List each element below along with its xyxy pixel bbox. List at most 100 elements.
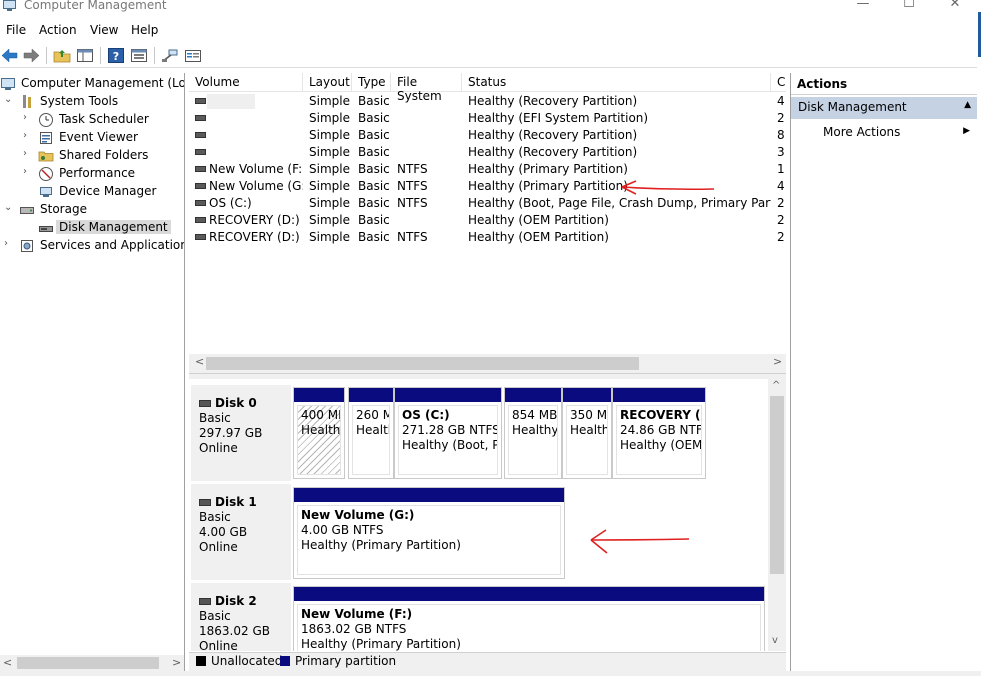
cell-cap: 2 xyxy=(777,213,785,227)
menu-file[interactable]: File xyxy=(6,23,26,37)
tree-item-services-and-applications[interactable]: › Services and Applications xyxy=(0,237,184,255)
tree-item-system-tools[interactable]: ⌄ System Tools xyxy=(0,93,184,111)
actions-section-disk-management[interactable]: Disk Management ▲ xyxy=(791,97,978,119)
volume-list-header: Volume Layout Type File System Status C xyxy=(189,73,786,103)
cell-type: Basic xyxy=(358,230,390,244)
cell-type: Basic xyxy=(358,128,390,142)
collapse-arrow-icon[interactable]: › xyxy=(4,238,14,249)
help-icon[interactable]: ? xyxy=(106,46,126,65)
up-folder-icon[interactable] xyxy=(52,46,72,65)
disk-0-header[interactable]: Disk 0 Basic 297.97 GB Online xyxy=(191,385,291,481)
disk-1-header[interactable]: Disk 1 Basic 4.00 GB Online xyxy=(191,484,291,580)
column-header-layout[interactable]: Layout xyxy=(303,73,352,92)
scroll-right-arrow-icon[interactable]: > xyxy=(773,355,782,368)
tree-item-performance[interactable]: › Performance xyxy=(0,165,184,183)
table-row[interactable]: New Volume (G:) Simple Basic NTFS Healthy (P… xyxy=(189,178,786,195)
tree-horizontal-scrollbar[interactable]: < > xyxy=(0,655,184,671)
column-header-status[interactable]: Status xyxy=(462,73,771,92)
cell-status: Healthy (Boot, Page File, Crash Dump, Pr… xyxy=(468,196,771,210)
clock-icon xyxy=(39,113,53,127)
tree-scroll-thumb[interactable] xyxy=(17,657,159,669)
collapse-arrow-icon[interactable]: › xyxy=(23,166,33,177)
scroll-left-arrow-icon[interactable]: < xyxy=(3,656,12,669)
back-arrow-icon[interactable] xyxy=(0,46,20,65)
minimize-button[interactable]: — xyxy=(840,0,886,14)
partition-bar xyxy=(294,587,764,601)
maximize-button[interactable]: ☐ xyxy=(886,0,932,14)
volume-icon xyxy=(195,217,206,223)
column-header-volume[interactable]: Volume xyxy=(189,73,303,92)
column-header-capacity[interactable]: C xyxy=(771,73,786,92)
collapse-arrow-icon[interactable]: › xyxy=(23,112,33,123)
table-row[interactable]: RECOVERY (D:) Simple Basic Healthy (OEM Par… xyxy=(189,212,786,229)
expand-arrow-icon[interactable]: ⌄ xyxy=(4,94,14,105)
tree-item-task-scheduler[interactable]: › Task Scheduler xyxy=(0,111,184,129)
disk-map-vertical-scrollbar[interactable]: ^ v xyxy=(768,379,786,651)
more-actions-item[interactable]: More Actions ▶ xyxy=(791,123,978,143)
collapse-triangle-icon[interactable]: ▲ xyxy=(964,100,971,110)
tree-item-disk-management[interactable]: Disk Management xyxy=(0,219,184,237)
connect-icon[interactable] xyxy=(160,46,180,65)
tree-item-storage[interactable]: ⌄ Storage xyxy=(0,201,184,219)
cell-status: Healthy (Recovery Partition) xyxy=(468,94,638,108)
table-row[interactable]: Simple Basic Healthy (Recovery Partition) 8 xyxy=(189,127,786,144)
scroll-up-arrow-icon[interactable]: ^ xyxy=(772,380,780,391)
scroll-down-arrow-icon[interactable]: v xyxy=(772,635,778,646)
actions-pane: Actions Disk Management ▲ More Actions ▶ xyxy=(790,73,978,671)
partition-disk2-new-volume-f[interactable]: New Volume (F:) 1863.02 GB NTFS Healthy (P… xyxy=(293,586,765,651)
volume-horizontal-scrollbar[interactable]: < > xyxy=(189,354,786,373)
disk-icon xyxy=(199,400,211,407)
table-row[interactable]: Simple Basic Healthy (EFI System Partition… xyxy=(189,110,786,127)
volume-icon xyxy=(195,98,206,104)
collapse-arrow-icon[interactable]: › xyxy=(23,130,33,141)
tree-item-shared-folders[interactable]: › Shared Folders xyxy=(0,147,184,165)
menu-view[interactable]: View xyxy=(90,23,118,37)
cell-fs: NTFS xyxy=(397,196,428,210)
cell-status: Healthy (Primary Partition) xyxy=(468,162,628,176)
partition-bar xyxy=(563,388,611,402)
partition-disk0-recovery-350[interactable]: 350 MEHealth xyxy=(562,387,612,479)
volume-icon xyxy=(195,132,206,138)
cell-volume: New Volume (G:) xyxy=(209,179,303,193)
partition-disk0-os-c[interactable]: OS (C:) 271.28 GB NTFS Healthy (Boot, Pa xyxy=(394,387,502,479)
table-row[interactable]: OS (C:) Simple Basic NTFS Healthy (Boot, Pag… xyxy=(189,195,786,212)
cell-layout: Simple xyxy=(309,230,350,244)
partition-disk0-recovery-854[interactable]: 854 MB Healthy xyxy=(504,387,562,479)
menu-action[interactable]: Action xyxy=(39,23,77,37)
disk-map-scroll-thumb[interactable] xyxy=(770,396,784,574)
disk-2-header[interactable]: Disk 2 Basic 1863.02 GB Online xyxy=(191,583,291,651)
menu-bar: File Action View Help xyxy=(0,20,981,42)
title-bar: Computer Management — ☐ ✕ xyxy=(0,0,981,14)
partition-disk1-new-volume-g[interactable]: New Volume (G:) 4.00 GB NTFS Healthy (Prim… xyxy=(293,487,565,579)
show-hide-tree-icon[interactable] xyxy=(75,46,95,65)
tree-item-device-manager[interactable]: Device Manager xyxy=(0,183,184,201)
column-header-type[interactable]: Type xyxy=(352,73,391,92)
tree-item-event-viewer[interactable]: › Event Viewer xyxy=(0,129,184,147)
forward-arrow-icon[interactable] xyxy=(21,46,41,65)
properties-icon[interactable] xyxy=(129,46,149,65)
column-header-file-system[interactable]: File System xyxy=(391,73,462,103)
view-icon[interactable] xyxy=(183,46,203,65)
toolbar-separator xyxy=(46,47,47,64)
expand-arrow-icon[interactable]: ⌄ xyxy=(4,202,14,213)
tree-item-computer-management[interactable]: Computer Management (Local xyxy=(0,75,184,93)
partition-disk0-recovery-400[interactable]: 400 MEHealth xyxy=(293,387,345,479)
cell-status: Healthy (Recovery Partition) xyxy=(468,128,638,142)
table-row[interactable]: Simple Basic Healthy (Recovery Partition) 4 xyxy=(189,93,786,110)
disk-map: Disk 0 Basic 297.97 GB Online 400 MEHeal… xyxy=(189,379,786,651)
menu-help[interactable]: Help xyxy=(131,23,158,37)
scroll-right-arrow-icon[interactable]: > xyxy=(172,656,181,669)
scroll-left-arrow-icon[interactable]: < xyxy=(195,355,204,368)
table-row[interactable]: New Volume (F:) Simple Basic NTFS Healthy (P… xyxy=(189,161,786,178)
partition-disk0-recovery-d[interactable]: RECOVERY (D 24.86 GB NTFS Healthy (OEM xyxy=(612,387,706,479)
partition-disk0-efi-260[interactable]: 260 MHealth xyxy=(348,387,394,479)
volume-scroll-thumb[interactable] xyxy=(206,357,639,370)
cell-cap: 1 xyxy=(777,162,785,176)
close-button[interactable]: ✕ xyxy=(932,0,978,14)
cell-volume: OS (C:) xyxy=(209,196,252,210)
table-row[interactable]: RECOVERY (D:) Simple Basic NTFS Healthy (OEM… xyxy=(189,229,786,246)
collapse-arrow-icon[interactable]: › xyxy=(23,148,33,159)
cell-volume: RECOVERY (D:) xyxy=(209,230,300,244)
navigation-tree: Computer Management (Local ⌄ System Tool… xyxy=(0,73,185,671)
table-row[interactable]: Simple Basic Healthy (Recovery Partition) 3 xyxy=(189,144,786,161)
